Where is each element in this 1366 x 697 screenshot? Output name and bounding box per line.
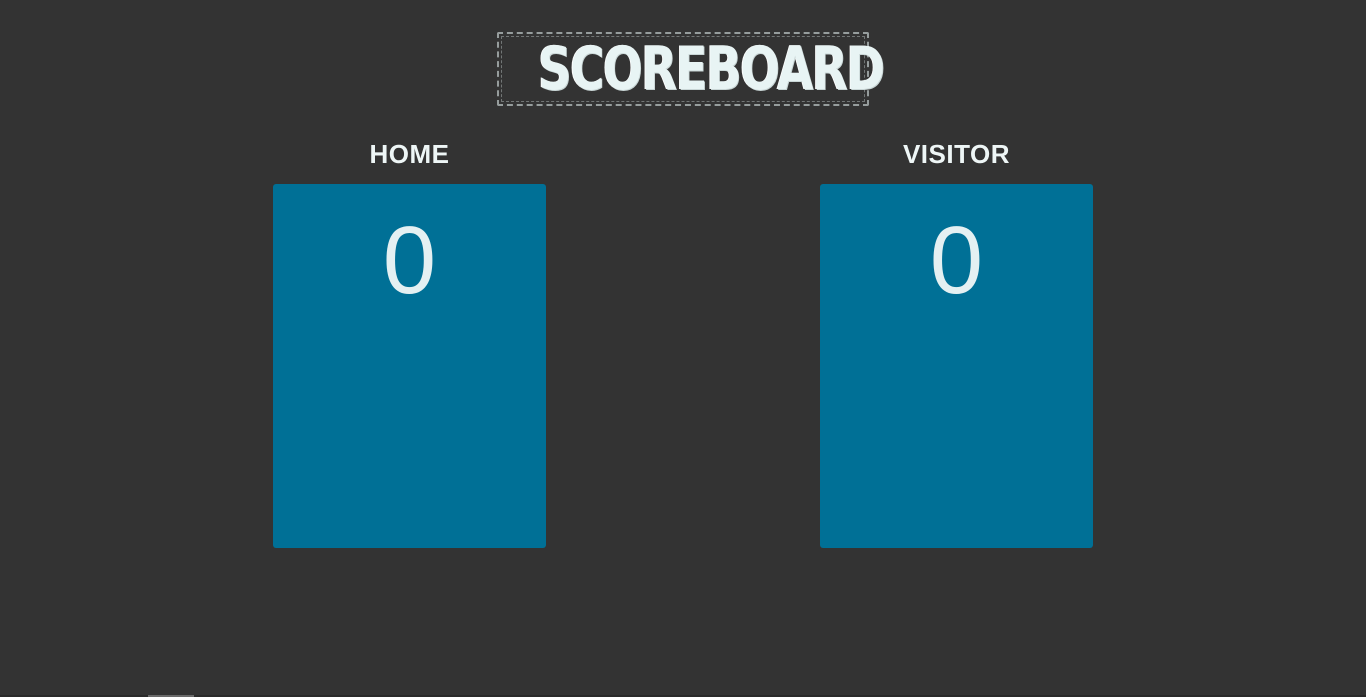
home-team-label: HOME (369, 139, 450, 169)
home-score-box: 0 (273, 184, 546, 548)
home-team-panel: HOME 0 (273, 136, 546, 548)
visitor-team-label: VISITOR (902, 139, 1011, 169)
visitor-team-panel: VISITOR 0 (820, 136, 1093, 548)
visitor-score-box: 0 (820, 184, 1093, 548)
home-score-value: 0 (382, 207, 437, 314)
scoreboard-logo: SCOREBOARD (497, 32, 885, 106)
visitor-score-value: 0 (929, 207, 984, 314)
page-title: SCOREBOARD (537, 34, 885, 104)
